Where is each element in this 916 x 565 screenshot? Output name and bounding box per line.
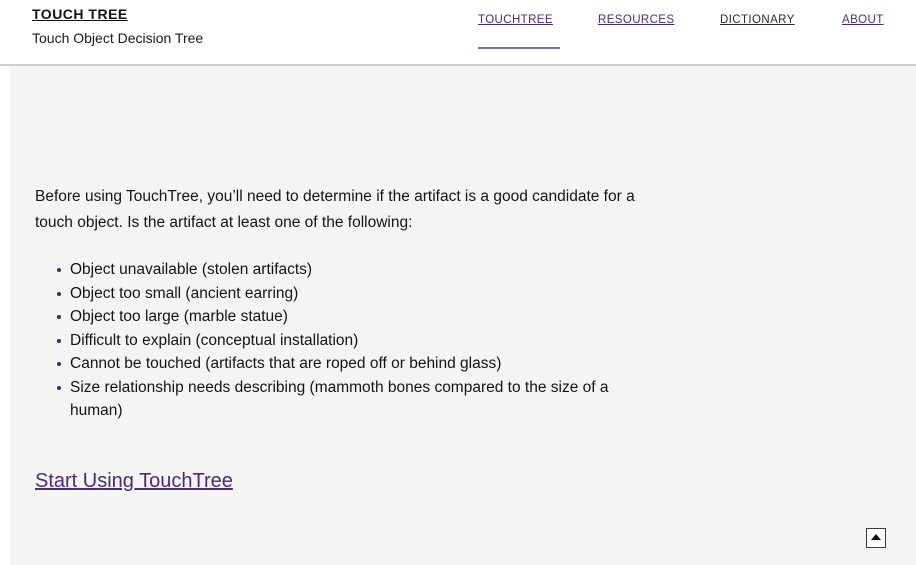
list-item: Object too large (marble statue) [55, 305, 655, 329]
back-to-top-button[interactable] [866, 528, 886, 548]
bullet-icon [57, 268, 61, 272]
list-item: Cannot be touched (artifacts that are ro… [55, 352, 655, 376]
main-content: Before using TouchTree, you’ll need to d… [10, 66, 916, 565]
bullet-icon [57, 315, 61, 319]
site-header: TOUCH TREE Touch Object Decision Tree TO… [0, 0, 916, 66]
up-triangle-icon [871, 534, 881, 540]
start-using-touchtree-link[interactable]: Start Using TouchTree [35, 470, 233, 493]
bullet-icon [57, 338, 61, 343]
list-item-text: Object too large (marble statue) [70, 308, 288, 325]
nav-link-resources[interactable]: RESOURCES [598, 14, 674, 26]
nav-link-dictionary[interactable]: DICTIONARY [720, 14, 795, 26]
bullet-icon [57, 385, 61, 390]
main-nav: TOUCHTREE RESOURCES DICTIONARY ABOUT [0, 14, 916, 49]
list-item-text: Difficult to explain (conceptual install… [70, 331, 359, 349]
criteria-list: Object unavailable (stolen artifacts) Ob… [55, 258, 655, 423]
intro-paragraph: Before using TouchTree, you’ll need to d… [35, 188, 635, 231]
list-item-text: Object unavailable (stolen artifacts) [70, 261, 313, 278]
list-item-text: Size relationship needs describing (mamm… [70, 378, 609, 420]
list-item: Size relationship needs describing (mamm… [55, 376, 655, 423]
active-nav-indicator [478, 47, 560, 49]
nav-link-touchtree[interactable]: TOUCHTREE [478, 14, 553, 26]
list-item-text: Object too small (ancient earring) [70, 284, 299, 302]
bullet-icon [57, 291, 61, 296]
bullet-icon [57, 362, 61, 366]
list-item-text: Cannot be touched (artifacts that are ro… [70, 355, 502, 372]
list-item: Object too small (ancient earring) [55, 282, 655, 306]
list-item: Object unavailable (stolen artifacts) [55, 258, 655, 282]
nav-link-about[interactable]: ABOUT [842, 14, 884, 26]
list-item: Difficult to explain (conceptual install… [55, 329, 655, 353]
